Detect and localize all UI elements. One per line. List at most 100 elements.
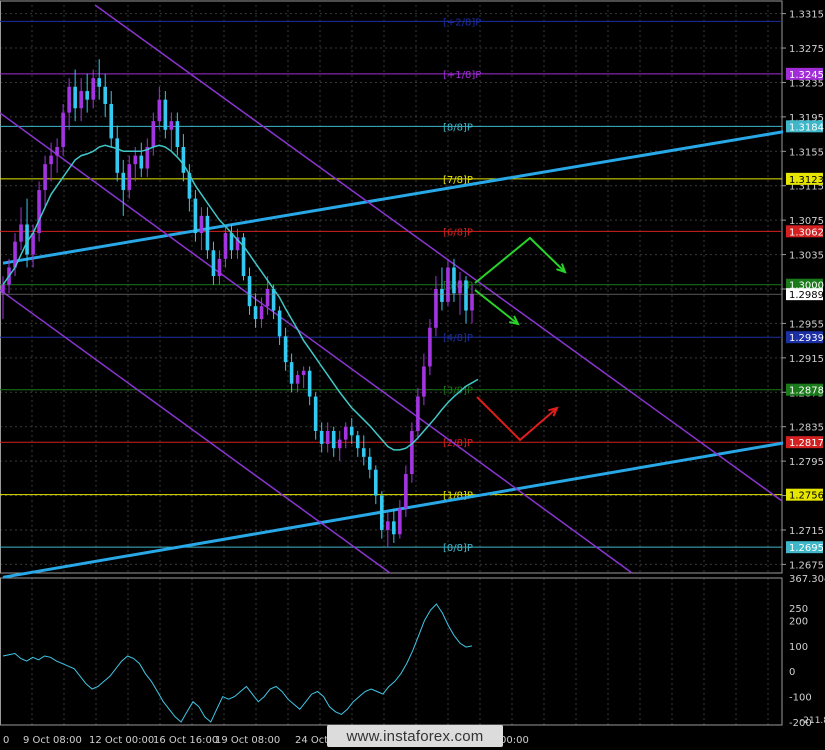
- candle-body: [217, 258, 222, 277]
- candle-body: [392, 521, 396, 535]
- candle-body: [253, 306, 258, 320]
- candle-body: [205, 215, 210, 251]
- candle-body: [386, 521, 390, 530]
- candle-body: [85, 91, 89, 100]
- current-price-text: 1.2989: [789, 290, 824, 301]
- price-tick-label: 1.3155: [789, 147, 824, 158]
- price-tick-label: 1.3315: [789, 10, 824, 21]
- chart-grid: [0, 0, 783, 726]
- osc-tick-label: 100: [789, 642, 808, 653]
- level-value-tag-text: 1.3123: [789, 175, 824, 186]
- candle-body: [175, 121, 180, 147]
- candle-body: [49, 155, 53, 165]
- time-label: 0: [3, 735, 9, 746]
- candle-body: [319, 431, 324, 444]
- candlesticks: [1, 59, 474, 548]
- osc-frame: [0, 577, 783, 726]
- candle-body: [151, 121, 156, 147]
- murrey-label: [4/8]P: [443, 333, 473, 344]
- moving-average: [2, 144, 479, 451]
- candle-body: [97, 78, 102, 87]
- cyan-lower-line: [2, 434, 825, 579]
- watermark: www.instaforex.com: [327, 725, 503, 747]
- price-tick-label: 1.2835: [789, 423, 824, 434]
- candle-body: [373, 469, 378, 496]
- candle-body: [127, 164, 132, 191]
- level-value-tag-text: 1.2756: [789, 491, 824, 502]
- candle-body: [139, 155, 144, 169]
- level-value-tag-text: 1.2878: [789, 386, 824, 397]
- price-tick-label: 1.2915: [789, 354, 824, 365]
- candle-body: [73, 86, 77, 109]
- candle-body: [199, 215, 204, 234]
- candle-body: [422, 366, 426, 397]
- candle-body: [398, 508, 402, 535]
- level-value-tag-text: 1.2939: [789, 333, 824, 344]
- murrey-label: [+1/8]P: [443, 70, 481, 81]
- candle-body: [277, 310, 282, 337]
- candle-body: [121, 172, 126, 191]
- level-value-tag-text: 1.3062: [789, 227, 824, 238]
- candle-body: [223, 233, 228, 259]
- osc-tick-label: 250: [789, 604, 808, 615]
- level-value-tag-text: 1.2817: [789, 438, 824, 449]
- candle-body: [410, 431, 414, 475]
- candle-body: [55, 147, 59, 156]
- candle-body: [470, 294, 474, 311]
- candle-body: [169, 121, 174, 130]
- candle-body: [61, 112, 65, 147]
- murrey-label: [6/8]P: [443, 227, 473, 238]
- candle-body: [19, 224, 23, 242]
- purple-channel-upper: [94, 4, 783, 502]
- price-tick-label: 1.2675: [789, 560, 824, 571]
- candle-body: [331, 431, 336, 449]
- cyan-upper-line: [2, 123, 825, 265]
- candle-body: [109, 103, 114, 139]
- candle-body: [404, 474, 408, 509]
- candle-body: [31, 233, 35, 255]
- candle-body: [343, 426, 348, 440]
- candle-body: [157, 99, 162, 122]
- murrey-label: [0/8]P: [443, 543, 473, 554]
- forecast-arrows: [474, 236, 567, 442]
- candle-body: [91, 78, 95, 100]
- candle-body: [133, 155, 138, 165]
- candle-body: [43, 164, 47, 191]
- price-tick-label: 1.2795: [789, 457, 824, 468]
- time-label: 16 Oct 16:00: [153, 735, 218, 746]
- murrey-label: [8/8]P: [443, 122, 473, 133]
- candle-body: [115, 138, 120, 173]
- candle-body: [259, 306, 264, 320]
- candle-body: [452, 267, 456, 294]
- murrey-label: [+2/8]P: [443, 17, 481, 28]
- cci-oscillator: 367.30472502001000-100-200-211.8086: [2, 574, 825, 729]
- osc-bottom-label: -211.8086: [800, 716, 825, 726]
- time-label: 9 Oct 08:00: [23, 735, 82, 746]
- candle-body: [434, 289, 438, 328]
- forecast-arrow-line: [474, 236, 566, 284]
- candle-body: [265, 289, 270, 307]
- price-tick-label: 1.3275: [789, 44, 824, 55]
- candle-body: [307, 370, 312, 397]
- price-tick-label: 1.3035: [789, 251, 824, 262]
- purple-channel-lower: [0, 289, 391, 574]
- candle-body: [325, 431, 330, 444]
- candle-body: [247, 276, 252, 307]
- murrey-label: [2/8]P: [443, 438, 473, 449]
- candle-body: [1, 284, 5, 294]
- price-chart: [+2/8]P[+1/8]P[8/8]P[7/8]P[6/8]P[5/8]P[4…: [0, 0, 825, 750]
- candle-body: [428, 327, 432, 367]
- time-label: 12 Oct 00:00: [89, 735, 154, 746]
- candle-body: [440, 289, 444, 302]
- candle-body: [301, 370, 306, 376]
- candle-body: [416, 396, 420, 431]
- candle-body: [337, 439, 342, 449]
- candle-body: [193, 198, 198, 234]
- candle-body: [313, 396, 318, 431]
- osc-tick-label: -100: [789, 693, 812, 704]
- candle-body: [446, 267, 450, 302]
- level-value-tag-text: 1.3245: [789, 70, 824, 81]
- level-value-tag-text: 1.2695: [789, 543, 824, 554]
- candle-body: [79, 91, 83, 109]
- candle-body: [458, 280, 462, 294]
